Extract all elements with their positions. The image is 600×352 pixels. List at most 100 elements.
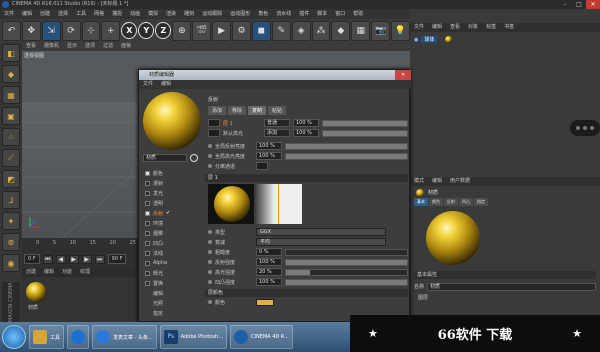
coordinate-system-icon[interactable]: ⊕ [172, 20, 192, 41]
menu-sculpt[interactable]: 雕刻 [180, 9, 198, 19]
bump-strength-input[interactable]: 100 % [256, 278, 282, 286]
om-menu-file[interactable]: 文件 [410, 23, 428, 32]
channel-fog[interactable]: 烟雾 [142, 228, 204, 238]
channel-checkbox[interactable] [145, 200, 150, 206]
menu-create[interactable]: 创建 [36, 9, 54, 19]
channel-diffusion[interactable]: 漫射 [142, 178, 204, 188]
layer-visibility-toggle[interactable] [208, 129, 220, 137]
material-options-icon[interactable] [190, 154, 198, 162]
minimize-button[interactable]: – [558, 0, 572, 9]
attenuation-select[interactable]: 平均 [256, 238, 386, 246]
scroll-nav-pill[interactable] [570, 120, 600, 136]
layer-opacity-input[interactable]: 100 % [293, 119, 319, 127]
polygons-mode-icon[interactable]: ◩ [2, 170, 20, 188]
vp-menu-view[interactable]: 查看 [22, 42, 40, 51]
param-dot-icon[interactable] [208, 300, 212, 304]
copy-layer-button[interactable]: 复制 [248, 106, 267, 115]
start-button-icon[interactable] [2, 325, 26, 349]
vp-menu-display[interactable]: 显示 [63, 42, 81, 51]
taskbar-item-tools[interactable]: 工具 [29, 325, 65, 349]
layer-row-default-spec[interactable]: 默认高光 添加 100 % [205, 128, 408, 138]
render-settings-icon[interactable]: ⚙ [232, 20, 251, 41]
reflect-strength-slider[interactable] [285, 258, 408, 266]
channel-luminance[interactable]: 发光 [142, 188, 204, 198]
scene-icon[interactable]: ▦ [351, 20, 371, 41]
channel-checkbox[interactable] [145, 280, 150, 286]
param-dot-icon[interactable] [208, 280, 212, 284]
mm-menu-edit[interactable]: 编辑 [40, 268, 58, 277]
channel-checkbox[interactable] [145, 220, 150, 226]
channel-editor[interactable]: 编辑 [142, 288, 204, 298]
menu-plugins[interactable]: 插件 [295, 9, 313, 19]
color-swatch[interactable] [256, 298, 274, 306]
mm-menu-create[interactable]: 创建 [22, 268, 40, 277]
light-icon[interactable]: 💡 [391, 20, 410, 41]
channel-assignment[interactable]: 指定 [142, 308, 204, 318]
om-menu-objects[interactable]: 对象 [464, 23, 482, 32]
array-icon[interactable]: ⁂ [311, 20, 331, 41]
object-name[interactable]: 球体 [421, 36, 438, 43]
close-button[interactable]: ✕ [586, 0, 600, 9]
param-dot-icon[interactable] [208, 154, 212, 158]
menu-animate[interactable]: 动画 [126, 9, 144, 19]
layer-mode-select[interactable]: 普通 [264, 119, 290, 127]
material-tag-icon[interactable] [444, 36, 452, 43]
spec-strength-slider[interactable] [285, 268, 408, 276]
render-picture-viewer-icon[interactable]: ▶ [212, 20, 232, 41]
layer-color-header[interactable]: 层颜色 [205, 289, 408, 297]
axis-mode-icon[interactable]: ⅃ [2, 191, 20, 209]
select-icon[interactable]: ⊹ [81, 20, 101, 41]
vp-menu-filter[interactable]: 过滤 [99, 42, 117, 51]
subdivision-icon[interactable]: ◈ [291, 20, 311, 41]
menu-simulate[interactable]: 模拟 [144, 9, 162, 19]
dialog-menu-edit[interactable]: 编辑 [157, 80, 175, 89]
am-menu-mode[interactable]: 模式 [410, 177, 428, 186]
channel-checkbox[interactable] [145, 170, 150, 176]
points-mode-icon[interactable]: ⁘ [2, 128, 20, 146]
om-menu-view[interactable]: 查看 [446, 23, 464, 32]
camera-icon[interactable]: 📷 [371, 20, 391, 41]
z-axis-button[interactable]: Z [155, 22, 172, 39]
channel-checkbox[interactable] [145, 180, 150, 186]
taskbar-item-ie[interactable] [67, 325, 90, 349]
add-icon[interactable]: + [101, 20, 121, 41]
menu-render[interactable]: 渲染 [162, 9, 180, 19]
type-select[interactable]: GGX [256, 228, 386, 236]
channel-illumination[interactable]: 光照 [142, 298, 204, 308]
om-menu-tags[interactable]: 标签 [482, 23, 500, 32]
attr-tab-color[interactable]: 颜色 [429, 198, 443, 206]
spec-strength-input[interactable]: 20 % [256, 268, 282, 276]
layer-opacity-input[interactable]: 100 % [293, 129, 319, 137]
channel-transparency[interactable]: 透明 [142, 198, 204, 208]
am-menu-userdata[interactable]: 用户数据 [446, 177, 474, 186]
channel-normal[interactable]: 法线 [142, 248, 204, 258]
reflect-strength-input[interactable]: 100 % [256, 258, 282, 266]
taskbar-item-photoshop[interactable]: Ps Adobe Photosh... [159, 325, 227, 349]
dialog-material-name-input[interactable]: 材质 [143, 154, 187, 162]
vp-menu-panel[interactable]: 面板 [117, 42, 135, 51]
param-dot-icon[interactable] [208, 250, 212, 254]
param-dot-icon[interactable] [208, 144, 212, 148]
bump-strength-slider[interactable] [285, 278, 408, 286]
menu-window[interactable]: 窗口 [331, 9, 349, 19]
y-axis-button[interactable]: Y [138, 22, 155, 39]
channel-checkbox[interactable] [145, 270, 150, 276]
vp-menu-cameras[interactable]: 摄像机 [40, 42, 63, 51]
tweak-mode-icon[interactable]: ✦ [2, 212, 20, 230]
layer-visibility-toggle[interactable] [208, 119, 220, 127]
edges-mode-icon[interactable]: ⟋ [2, 149, 20, 167]
texture-mode-icon[interactable]: ▦ [2, 86, 20, 104]
menu-snap[interactable]: 捕捉 [108, 9, 126, 19]
vp-menu-options[interactable]: 选项 [81, 42, 99, 51]
global-reflect-input[interactable]: 100 % [256, 142, 282, 150]
channel-checkbox[interactable] [145, 240, 150, 246]
pen-icon[interactable]: ✎ [271, 20, 291, 41]
global-reflect-slider[interactable] [285, 142, 408, 150]
menu-mograph[interactable]: 运动图形 [226, 9, 254, 19]
mm-menu-function[interactable]: 功能 [58, 268, 76, 277]
snap-icon[interactable]: ⊚ [2, 233, 20, 251]
channel-reflectance[interactable]: 反射 ✔ [142, 208, 204, 218]
rotate-icon[interactable]: ⟳ [61, 20, 81, 41]
channel-bump[interactable]: 凹凸 [142, 238, 204, 248]
cube-icon[interactable]: ◼ [251, 20, 271, 41]
